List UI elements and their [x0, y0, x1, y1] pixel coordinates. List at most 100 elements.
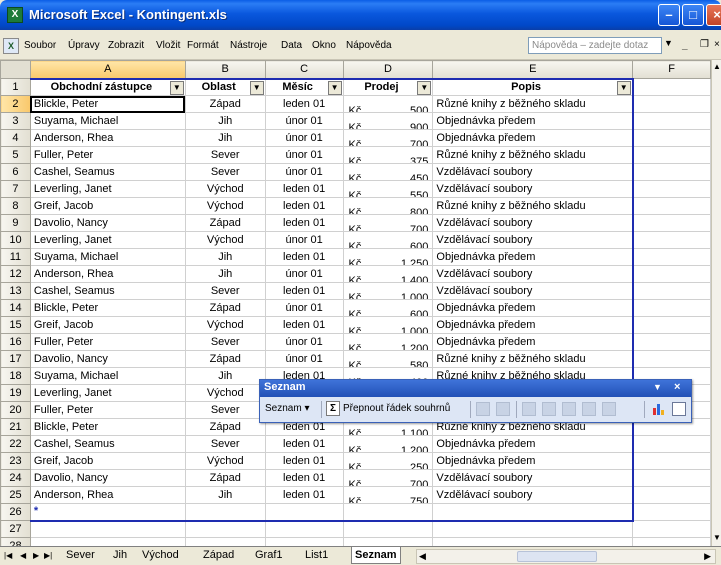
cell-month[interactable]: leden 01 [264, 282, 344, 300]
cell-region[interactable]: Východ [184, 197, 266, 215]
cell-description[interactable]: Vzdělávací soubory [432, 486, 634, 504]
cell-description[interactable]: Objednávka předem [432, 435, 634, 453]
list-column-header[interactable]: Oblast ▼ [184, 77, 266, 96]
cell-sales[interactable]: Kč 1 200 [342, 435, 434, 453]
cell[interactable] [632, 537, 711, 546]
new-row-marker[interactable]: * [29, 503, 186, 522]
cell-month[interactable]: leden 01 [264, 180, 344, 198]
cell-sales-rep[interactable]: Cashel, Seamus [29, 163, 186, 181]
close-button[interactable]: × [706, 4, 721, 26]
cell[interactable] [632, 163, 711, 181]
row-header[interactable]: 1 [0, 78, 31, 96]
cell-month[interactable]: únor 01 [264, 112, 344, 130]
cell-month[interactable]: leden 01 [264, 435, 344, 453]
row-header[interactable]: 25 [0, 486, 31, 504]
row-header[interactable]: 8 [0, 197, 31, 215]
menu-data[interactable]: Data [281, 40, 302, 51]
list-column-header[interactable]: Měsíc ▼ [264, 77, 344, 96]
menu-soubor[interactable]: Soubor [24, 40, 56, 51]
row-header[interactable]: 28 [0, 537, 31, 546]
list-menu-button[interactable]: Seznam ▾ [265, 403, 309, 414]
scroll-down-icon[interactable]: ▼ [712, 533, 721, 542]
row-header[interactable]: 15 [0, 316, 31, 334]
row-header[interactable]: 16 [0, 333, 31, 351]
cell[interactable] [184, 537, 266, 546]
cell-month[interactable]: leden 01 [264, 214, 344, 232]
cell-region[interactable]: Sever [184, 435, 266, 453]
row-header[interactable]: 4 [0, 129, 31, 147]
last-sheet-icon[interactable]: ▶| [44, 551, 52, 560]
sigma-icon[interactable]: Σ [326, 401, 340, 416]
cell-region[interactable]: Jih [184, 367, 266, 385]
sheet-tab-jih[interactable]: Jih [110, 547, 130, 564]
cell-description[interactable]: Objednávka předem [432, 299, 634, 317]
workbook-icon[interactable]: X [3, 38, 19, 54]
sheet-tab-graf1[interactable]: Graf1 [252, 547, 286, 564]
sync-list-icon[interactable] [562, 402, 576, 416]
menu-okno[interactable]: Okno [312, 40, 336, 51]
cell[interactable] [632, 503, 711, 521]
sheet-tab-list1[interactable]: List1 [302, 547, 331, 564]
menu-napoveda[interactable]: Nápověda [346, 40, 392, 51]
cell[interactable] [632, 520, 711, 538]
autofilter-dropdown-icon[interactable]: ▼ [616, 80, 631, 95]
cell[interactable] [632, 78, 711, 96]
cell-sales[interactable]: Kč 700 [342, 469, 434, 487]
cell-sales-rep[interactable]: Cashel, Seamus [29, 435, 186, 453]
cell-sales[interactable]: Kč 600 [342, 231, 434, 249]
cell-description[interactable]: Objednávka předem [432, 452, 634, 470]
row-header[interactable]: 6 [0, 163, 31, 181]
cell-sales[interactable]: Kč 700 [342, 129, 434, 147]
cell-description[interactable]: Vzdělávací soubory [432, 469, 634, 487]
cell[interactable] [632, 333, 711, 351]
row-header[interactable]: 18 [0, 367, 31, 385]
menu-upravy[interactable]: Úpravy [68, 40, 100, 51]
row-header[interactable]: 11 [0, 248, 31, 266]
row-header[interactable]: 23 [0, 452, 31, 470]
cell-sales[interactable]: Kč 600 [342, 299, 434, 317]
cell[interactable] [632, 299, 711, 317]
row-header[interactable]: 13 [0, 282, 31, 300]
row-header[interactable]: 2 [0, 95, 31, 113]
row-header[interactable]: 5 [0, 146, 31, 164]
print-icon[interactable] [672, 402, 686, 416]
resize-list-icon[interactable] [476, 402, 490, 416]
cell[interactable] [29, 537, 186, 546]
cell[interactable] [342, 520, 434, 538]
cell[interactable] [632, 231, 711, 249]
menu-vlozit[interactable]: Vložit [156, 40, 180, 51]
cell-region[interactable]: Sever [184, 401, 266, 419]
cell-month[interactable]: leden 01 [264, 95, 344, 113]
cell-sales[interactable]: Kč 500 [342, 95, 434, 113]
row-header[interactable]: 7 [0, 180, 31, 198]
cell-sales[interactable]: Kč 700 [342, 214, 434, 232]
cell-region[interactable]: Západ [184, 95, 266, 113]
scroll-left-icon[interactable]: ◀ [419, 551, 426, 562]
cell-sales-rep[interactable]: Greif, Jacob [29, 452, 186, 470]
unlink-list-icon[interactable] [602, 402, 616, 416]
cell-description[interactable]: Vzdělávací soubory [432, 214, 634, 232]
cell-description[interactable]: Objednávka předem [432, 316, 634, 334]
cell-sales[interactable]: Kč 1 400 [342, 265, 434, 283]
help-question-input[interactable]: Nápověda – zadejte dotaz [528, 37, 662, 54]
cell-sales[interactable]: Kč 580 [342, 350, 434, 368]
cell-region[interactable]: Východ [184, 231, 266, 249]
cell[interactable] [264, 520, 344, 538]
cell-month[interactable]: únor 01 [264, 146, 344, 164]
list-column-header[interactable]: Obchodní zástupce ▼ [29, 77, 186, 96]
cell-sales[interactable]: Kč 1 000 [342, 316, 434, 334]
cell-sales[interactable]: Kč 900 [342, 112, 434, 130]
cell-sales-rep[interactable]: Blickle, Peter [29, 418, 186, 436]
chart-icon[interactable] [652, 402, 666, 416]
row-header[interactable]: 14 [0, 299, 31, 317]
cell-region[interactable]: Jih [184, 486, 266, 504]
row-header[interactable]: 17 [0, 350, 31, 368]
cell[interactable] [184, 520, 266, 538]
cell-sales-rep[interactable]: Fuller, Peter [29, 333, 186, 351]
cell[interactable] [184, 503, 266, 522]
column-header-d[interactable]: D [342, 60, 434, 79]
row-header[interactable]: 21 [0, 418, 31, 436]
cell-region[interactable]: Sever [184, 282, 266, 300]
cell-description[interactable]: Různé knihy z běžného skladu [432, 350, 634, 368]
publish-list-icon[interactable] [522, 402, 536, 416]
